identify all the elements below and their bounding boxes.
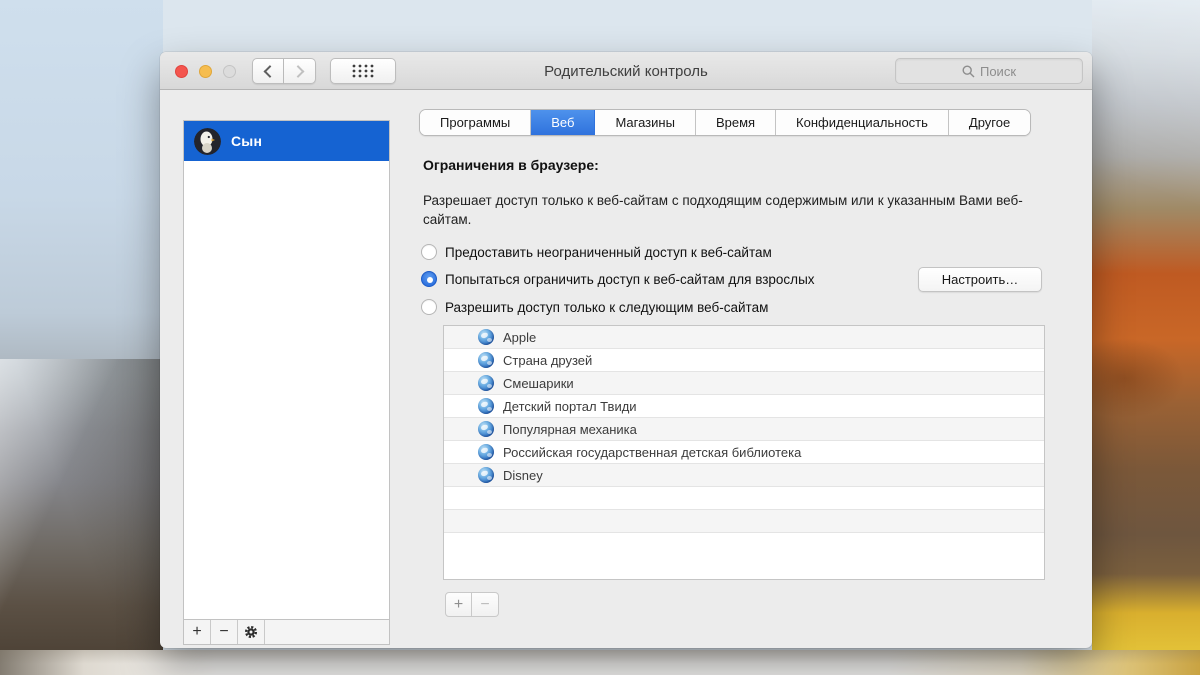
list-empty-row — [444, 510, 1044, 533]
list-item-site[interactable]: Disney — [444, 464, 1044, 487]
chevron-right-icon — [291, 64, 305, 78]
tab-time[interactable]: Время — [695, 110, 777, 135]
tab-other[interactable]: Другое — [948, 110, 1031, 135]
list-item-site[interactable]: Российская государственная детская библи… — [444, 441, 1044, 464]
add-site-button[interactable]: + — [445, 592, 472, 617]
search-icon — [962, 64, 975, 77]
back-button[interactable] — [252, 58, 284, 84]
sidebar-action-bar: + − — [184, 619, 389, 644]
forward-button[interactable] — [284, 58, 316, 84]
minus-icon: − — [219, 623, 229, 640]
list-empty-row — [444, 487, 1044, 510]
grid-icon — [352, 64, 374, 78]
globe-icon — [478, 375, 494, 391]
radio-option-limit-adult[interactable]: Попытаться ограничить доступ к веб-сайта… — [421, 271, 815, 287]
close-button[interactable] — [175, 65, 188, 78]
gear-icon — [244, 625, 258, 639]
tab-bar: Программы Веб Магазины Время Конфиденциа… — [419, 109, 1032, 136]
site-list-actions: + − — [445, 592, 499, 617]
globe-icon — [478, 398, 494, 414]
globe-icon — [478, 421, 494, 437]
list-item-site[interactable]: Популярная механика — [444, 418, 1044, 441]
users-sidebar: Сын + − — [183, 120, 390, 645]
wallpaper-right-autumn-slope — [1092, 0, 1200, 652]
remove-site-button[interactable]: − — [472, 592, 499, 617]
tab-web[interactable]: Веб — [531, 110, 596, 135]
avatar — [194, 127, 221, 155]
globe-icon — [478, 467, 494, 483]
list-empty-row — [444, 533, 1044, 556]
search-input[interactable]: Поиск — [895, 58, 1083, 84]
minimize-button[interactable] — [199, 65, 212, 78]
zoom-button[interactable] — [223, 65, 236, 78]
section-description: Разрешает доступ только к веб-сайтам с п… — [423, 193, 1023, 227]
radio-icon[interactable] — [421, 299, 437, 315]
list-item-site[interactable]: Детский портал Твиди — [444, 395, 1044, 418]
globe-icon — [478, 444, 494, 460]
radio-option-unrestricted[interactable]: Предоставить неограниченный доступ к веб… — [421, 244, 772, 260]
radio-option-allow-only-listed[interactable]: Разрешить доступ только к следующим веб-… — [421, 299, 768, 315]
plus-icon: + — [192, 623, 202, 640]
remove-user-button[interactable]: − — [211, 620, 238, 644]
add-user-button[interactable]: + — [184, 620, 211, 644]
allowed-sites-list: Apple Страна друзей Смешарики Детский по… — [443, 325, 1045, 580]
search-placeholder: Поиск — [979, 63, 1017, 79]
minus-icon: − — [480, 595, 490, 613]
radio-selected-icon[interactable] — [421, 271, 437, 287]
tab-programs[interactable]: Программы — [420, 110, 532, 135]
tab-stores[interactable]: Магазины — [595, 110, 696, 135]
chevron-left-icon — [263, 64, 276, 78]
list-item-site[interactable]: Смешарики — [444, 372, 1044, 395]
radio-icon[interactable] — [421, 244, 437, 260]
show-all-button[interactable] — [330, 58, 396, 84]
plus-icon: + — [453, 595, 464, 613]
tab-privacy[interactable]: Конфиденциальность — [776, 110, 949, 135]
wallpaper-bottom-strip — [0, 650, 1200, 675]
section-heading: Ограничения в браузере: — [423, 157, 599, 173]
parental-controls-window: Родительский контроль Поиск Сын + − Прог… — [160, 52, 1092, 648]
user-name: Сын — [231, 133, 263, 149]
wallpaper-left-mountain — [0, 0, 163, 652]
list-item-site[interactable]: Apple — [444, 326, 1044, 349]
customize-button[interactable]: Настроить… — [918, 267, 1042, 292]
user-actions-button[interactable] — [238, 620, 265, 644]
list-item-site[interactable]: Страна друзей — [444, 349, 1044, 372]
globe-icon — [478, 352, 494, 368]
globe-icon — [478, 329, 494, 345]
sidebar-item-user[interactable]: Сын — [184, 121, 389, 161]
titlebar[interactable]: Родительский контроль Поиск — [160, 52, 1092, 90]
